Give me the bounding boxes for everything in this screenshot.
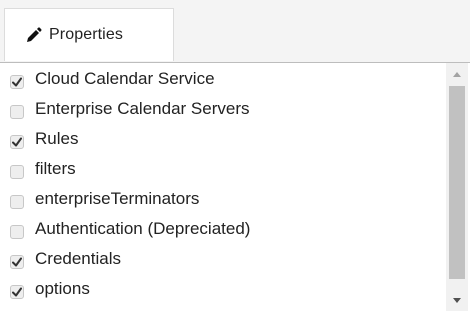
checkbox[interactable] [10,195,24,209]
checkbox[interactable] [10,225,24,239]
checkmark-icon [12,257,22,267]
properties-panel: Cloud Calendar Service Enterprise Calend… [0,62,470,311]
list-item-label: Rules [35,129,79,148]
scroll-thumb[interactable] [449,86,465,279]
list-item[interactable]: Rules [0,126,440,154]
list-item[interactable]: filters [0,156,440,184]
vertical-scrollbar[interactable] [446,63,468,311]
checkmark-icon [12,77,22,87]
properties-window: Properties Cloud Calendar Service Enterp… [0,0,470,311]
list-item-label: filters [35,159,76,178]
list-item-label: Credentials [35,249,121,268]
checkmark-icon [12,137,22,147]
checkbox[interactable] [10,105,24,119]
tab-label: Properties [49,26,123,43]
checkbox[interactable] [10,165,24,179]
list-item[interactable]: Cloud Calendar Service [0,66,440,94]
list-item-label: Enterprise Calendar Servers [35,99,250,118]
list-item-label: enterpriseTerminators [35,189,200,208]
checkbox[interactable] [10,285,24,299]
list-item[interactable]: Credentials [0,246,440,274]
list-item[interactable]: Authentication (Depreciated) [0,216,440,244]
list-item[interactable]: options [0,276,440,304]
scroll-up-button[interactable] [446,65,468,83]
tab-properties[interactable]: Properties [4,8,174,61]
list-item[interactable]: enterpriseTerminators [0,186,440,214]
list-item-label: Authentication (Depreciated) [35,219,251,238]
properties-list: Cloud Calendar Service Enterprise Calend… [0,63,444,311]
list-item[interactable]: Enterprise Calendar Servers [0,96,440,124]
tab-bar: Properties [0,0,470,62]
arrow-down-icon [453,297,461,303]
pencil-icon [25,26,42,44]
list-item-label: Cloud Calendar Service [35,69,215,88]
checkbox[interactable] [10,135,24,149]
list-item-label: options [35,279,90,298]
scroll-down-button[interactable] [446,291,468,309]
arrow-up-icon [453,71,461,77]
checkbox[interactable] [10,255,24,269]
checkbox[interactable] [10,75,24,89]
checkmark-icon [12,287,22,297]
